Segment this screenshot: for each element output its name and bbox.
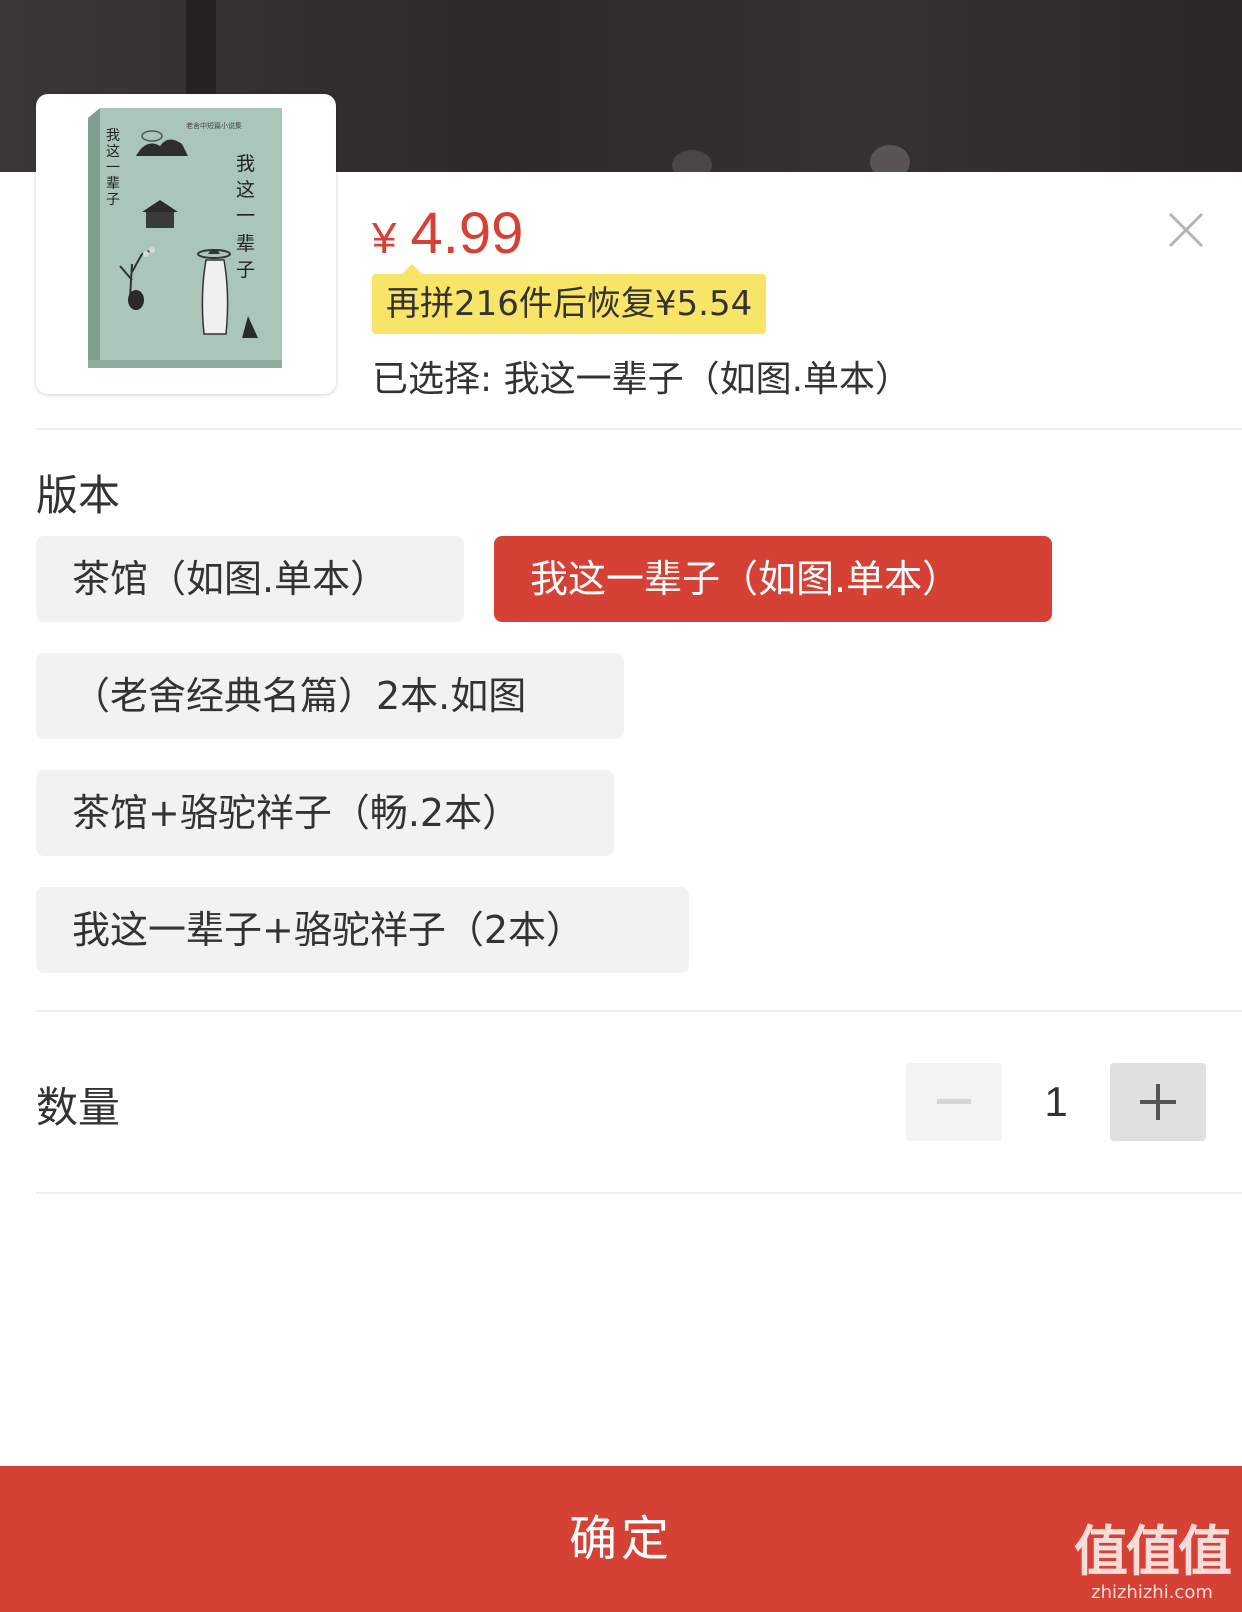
decrease-quantity-button[interactable] bbox=[906, 1063, 1002, 1141]
divider bbox=[36, 428, 1242, 430]
svg-text:子: 子 bbox=[236, 259, 255, 281]
group-buy-tip: 再拼216件后恢复¥5.54 bbox=[372, 264, 767, 334]
variant-option[interactable]: （老舍经典名篇）2本.如图 bbox=[36, 653, 624, 739]
product-thumbnail[interactable]: 我 这 一 辈 子 我 这 一 辈 子 老舍中短篇小说集 bbox=[36, 94, 336, 394]
minus-icon bbox=[937, 1099, 971, 1104]
svg-text:辈: 辈 bbox=[236, 233, 255, 255]
watermark-url: zhizhizhi.com bbox=[1091, 1582, 1213, 1603]
watermark: 值值值 zhizhizhi.com bbox=[1074, 1520, 1232, 1604]
svg-text:老舍中短篇小说集: 老舍中短篇小说集 bbox=[186, 121, 242, 130]
svg-text:一: 一 bbox=[106, 160, 120, 176]
svg-text:辈: 辈 bbox=[106, 176, 120, 192]
svg-text:我: 我 bbox=[106, 128, 120, 144]
book-cover-image: 我 这 一 辈 子 我 这 一 辈 子 老舍中短篇小说集 bbox=[88, 108, 282, 368]
divider bbox=[36, 1010, 1242, 1012]
increase-quantity-button[interactable] bbox=[1110, 1063, 1206, 1141]
selected-variant-text: 已选择: 我这一辈子（如图.单本） bbox=[372, 359, 912, 400]
svg-text:我: 我 bbox=[236, 153, 255, 175]
close-icon[interactable] bbox=[1168, 212, 1204, 248]
svg-text:一: 一 bbox=[236, 205, 255, 227]
price-value: 4.99 bbox=[410, 201, 524, 266]
confirm-button[interactable]: 确定 bbox=[0, 1466, 1242, 1612]
quantity-value[interactable]: 1 bbox=[1002, 1063, 1110, 1141]
watermark-logo: 值值值 bbox=[1074, 1520, 1232, 1583]
variant-option[interactable]: 茶馆（如图.单本） bbox=[36, 536, 464, 622]
variant-option[interactable]: 茶馆+骆驼祥子（畅.2本） bbox=[36, 770, 614, 856]
svg-text:子: 子 bbox=[106, 192, 120, 208]
plus-icon bbox=[1140, 1084, 1176, 1120]
variant-option[interactable]: 我这一辈子+骆驼祥子（2本） bbox=[36, 887, 689, 973]
svg-text:这: 这 bbox=[106, 143, 120, 160]
variant-option-selected[interactable]: 我这一辈子（如图.单本） bbox=[494, 536, 1052, 622]
svg-text:这: 这 bbox=[236, 179, 255, 201]
quantity-label: 数量 bbox=[36, 1083, 121, 1132]
price-display: ¥4.99 bbox=[372, 200, 523, 267]
currency-symbol: ¥ bbox=[372, 214, 397, 263]
divider bbox=[36, 1192, 1242, 1194]
variant-section-label: 版本 bbox=[36, 471, 121, 520]
